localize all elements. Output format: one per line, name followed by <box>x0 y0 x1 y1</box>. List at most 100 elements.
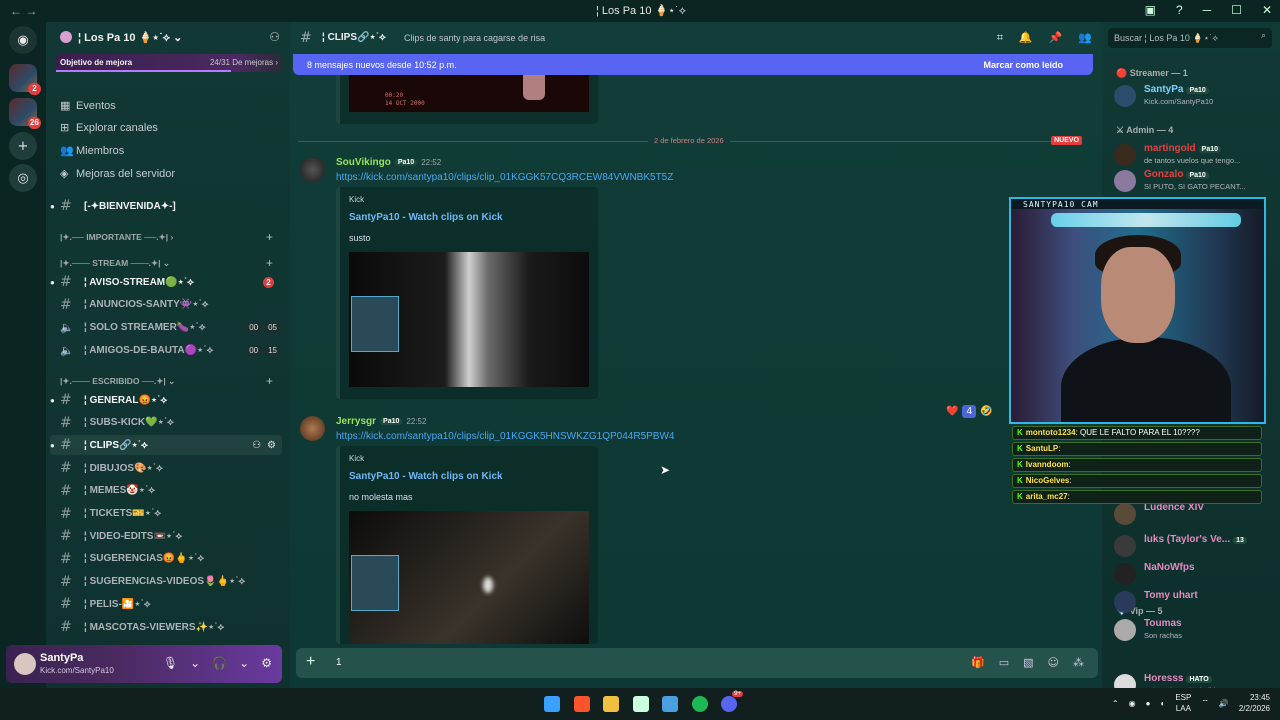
clip-link[interactable]: https://kick.com/santypa10/clips/clip_01… <box>336 172 673 183</box>
threads-icon[interactable]: ⌗ <box>997 31 1003 45</box>
laugh-reaction[interactable]: 🤣 <box>980 406 992 417</box>
server-icon[interactable]: 2 <box>9 64 41 95</box>
message-composer[interactable]: + 1 🎁 ▭ ▧ ☺ ⁂ <box>296 648 1098 678</box>
bell-icon[interactable]: 🔔 <box>1019 31 1033 45</box>
headphones-icon[interactable]: 🎧 <box>212 656 227 670</box>
channel-item[interactable]: # ¦ MEMES🤡⋆˙⟡ <box>50 481 282 501</box>
attach-plus-icon[interactable]: + <box>306 653 315 671</box>
category-escribido[interactable]: |✦.─── ESCRIBIDO ──.✦| ⌄ + <box>60 374 273 388</box>
sidebar-item-calendar[interactable]: ▦ Eventos <box>60 99 116 112</box>
heart-reaction[interactable]: ❤️ <box>946 406 958 417</box>
steam-icon[interactable] <box>662 696 678 712</box>
avatar[interactable] <box>300 157 325 182</box>
avatar[interactable] <box>1114 619 1136 641</box>
wifi-icon[interactable]: ⌔ <box>1201 698 1209 708</box>
message-input[interactable]: 1 <box>336 657 342 668</box>
member-item[interactable]: Gonzalo Pa10 SI PUTO, SI GATO PECANT... <box>1114 167 1274 195</box>
channel-item[interactable]: # ¦ DIBUJOS🎨⋆˙⟡ <box>50 458 282 478</box>
discover-button[interactable]: ◎ <box>9 164 37 192</box>
user-panel[interactable]: SantyPa Kick.com/SantyPa10 🎙 ⌄ 🎧 ⌄ ⚙ <box>6 645 282 683</box>
add-channel-icon[interactable]: + <box>266 256 273 270</box>
channel-item[interactable]: # ¦ MASCOTAS-VIEWERS✨⋆˙⟡ <box>50 617 282 637</box>
gif-icon[interactable]: ▭ <box>999 656 1009 669</box>
avatar[interactable] <box>1114 85 1136 107</box>
sidebar-item-boost[interactable]: ◈ Mejoras del servidor <box>60 167 175 180</box>
channel-bienvenida[interactable]: ● # [-✦BIENVENIDA✦-] <box>50 196 282 216</box>
embed-title[interactable]: SantyPa10 - Watch clips on Kick <box>349 212 503 223</box>
brave-browser-icon[interactable] <box>573 696 590 712</box>
microphone-icon[interactable]: 🎙 <box>163 656 178 670</box>
start-menu-icon[interactable] <box>544 696 560 712</box>
channel-item[interactable]: 🔈 ¦ SOLO STREAMER🍆⋆˙⟡ 00 05 <box>50 317 282 337</box>
minimize-button[interactable]: ─ <box>1203 3 1212 17</box>
channel-item[interactable]: # ¦ PELIS-🎦⋆˙⟡ <box>50 594 282 614</box>
close-button[interactable]: ✕ <box>1262 3 1272 17</box>
members-list-icon[interactable]: 👥 <box>1078 31 1092 45</box>
channel-item[interactable]: # ¦ SUBS-KICK💚⋆˙⟡ <box>50 413 282 433</box>
embed-provider[interactable]: Kick <box>349 454 364 463</box>
embed-provider[interactable]: Kick <box>349 195 364 204</box>
clip-thumbnail[interactable] <box>349 252 589 387</box>
tray-spotify-icon[interactable]: ● <box>1146 699 1151 708</box>
channel-topic[interactable]: Clips de santy para cagarse de risa <box>404 33 545 43</box>
channel-item[interactable]: # ¦ VIDEO-EDITS📼⋆˙⟡ <box>50 526 282 546</box>
sidebar-item-compass[interactable]: ⊞ Explorar canales <box>60 121 158 134</box>
gift-icon[interactable]: 🎁 <box>971 656 985 669</box>
discord-icon[interactable]: 9+ <box>721 691 743 712</box>
avatar[interactable] <box>300 416 325 441</box>
channel-item[interactable]: # ¦ TICKETS🎫⋆˙⟡ <box>50 504 282 524</box>
pin-icon[interactable]: 📌 <box>1049 31 1063 45</box>
invite-icon[interactable]: ⚇ <box>269 30 280 44</box>
tray-chevron-icon[interactable]: ⌃ <box>1112 699 1119 708</box>
member-item[interactable]: SantyPa Pa10 Kick.com/SantyPa10 <box>1114 82 1274 110</box>
clock[interactable]: 23:45 2/2/2026 <box>1239 692 1270 714</box>
member-item[interactable]: martingold Pa10 de tantos vuelos que tengo… <box>1114 141 1274 169</box>
member-item[interactable]: Tomy uhart <box>1114 588 1274 616</box>
chevron-down-icon[interactable]: ⌄ <box>190 656 200 670</box>
avatar[interactable] <box>1114 563 1136 585</box>
sticker-icon[interactable]: ▧ <box>1023 656 1033 669</box>
obs-icon[interactable] <box>632 696 649 712</box>
channel-settings-icon[interactable]: ⚙ <box>267 440 276 451</box>
channel-item[interactable]: # ¦ SUGERENCIAS-VIDEOS🌷🖕⋆˙⟡ <box>50 572 282 592</box>
avatar[interactable] <box>1114 170 1136 192</box>
new-messages-text[interactable]: 8 mensajes nuevos desde 10:52 p.m. <box>307 60 457 70</box>
mark-read-button[interactable]: Marcar como leído <box>983 60 1063 70</box>
language-indicator[interactable]: ESP LAA <box>1175 692 1191 714</box>
member-item[interactable]: Toumas Son rachas <box>1114 616 1274 644</box>
reaction-count[interactable]: 4 <box>962 405 977 418</box>
member-item[interactable]: NaNoWfps <box>1114 560 1274 588</box>
channel-item[interactable]: # ¦ ANUNCIOS-SANTY👾⋆˙⟡ <box>50 295 282 315</box>
file-explorer-icon[interactable] <box>603 696 619 712</box>
channel-item[interactable]: ● # ¦ AVISO-STREAM🟢⋆˙⟡ 2 <box>50 272 282 292</box>
category-importante[interactable]: |✦.── IMPORTANTE ──.✦| › + <box>60 230 273 244</box>
server-name[interactable]: ¦ Los Pa 10 🍦⋆˙⟡ ⌄ <box>60 31 182 45</box>
add-server-button[interactable]: + <box>9 132 37 160</box>
server-icon-lospa10[interactable]: 26 <box>9 98 41 129</box>
add-channel-icon[interactable]: + <box>266 230 273 244</box>
new-messages-bar[interactable]: 8 mensajes nuevos desde 10:52 p.m. Marca… <box>293 54 1093 75</box>
apps-icon[interactable]: ⁂ <box>1073 656 1084 669</box>
tray-steam-icon[interactable]: ◐ <box>1161 699 1166 708</box>
avatar[interactable] <box>1114 535 1136 557</box>
avatar[interactable] <box>1114 503 1136 525</box>
discord-home-button[interactable]: ◉ <box>9 26 37 54</box>
category-stream[interactable]: |✦.─── STREAM ───.✦| ⌄ + <box>60 256 273 270</box>
clip-link[interactable]: https://kick.com/santypa10/clips/clip_01… <box>336 431 674 442</box>
channel-item[interactable]: ● # ¦ GENERAL😡⋆˙⟡ <box>50 390 282 410</box>
embed-title[interactable]: SantyPa10 - Watch clips on Kick <box>349 471 503 482</box>
channel-item[interactable]: # ¦ SUGERENCIAS😡🖕⋆˙⟡ <box>50 549 282 569</box>
channel-item[interactable]: 🔈 ¦ AMIGOS-DE-BAUTA🟣⋆˙⟡ 00 15 <box>50 340 282 360</box>
channel-item-active[interactable]: ● # ¦ CLIPS🔗⋆˙⟡ ⚇ ⚙ <box>50 435 282 456</box>
sidebar-item-members[interactable]: 👥 Miembros <box>60 144 124 157</box>
member-item[interactable]: luks (Taylor's Ve... 13 <box>1114 532 1274 560</box>
settings-gear-icon[interactable]: ⚙ <box>261 656 272 670</box>
boost-goal-bar[interactable]: Objetivo de mejora 24/31 De mejoras › <box>56 54 282 72</box>
help-icon[interactable]: ? <box>1176 3 1183 17</box>
avatar[interactable] <box>1114 591 1136 613</box>
avatar[interactable] <box>14 653 36 675</box>
forward-arrow-icon[interactable]: → <box>25 4 37 18</box>
add-channel-icon[interactable]: + <box>266 374 273 388</box>
search-input[interactable]: Buscar ¦ Los Pa 10 🍦⋆˙⟡ ⌕ <box>1108 28 1272 48</box>
avatar[interactable] <box>1114 144 1136 166</box>
